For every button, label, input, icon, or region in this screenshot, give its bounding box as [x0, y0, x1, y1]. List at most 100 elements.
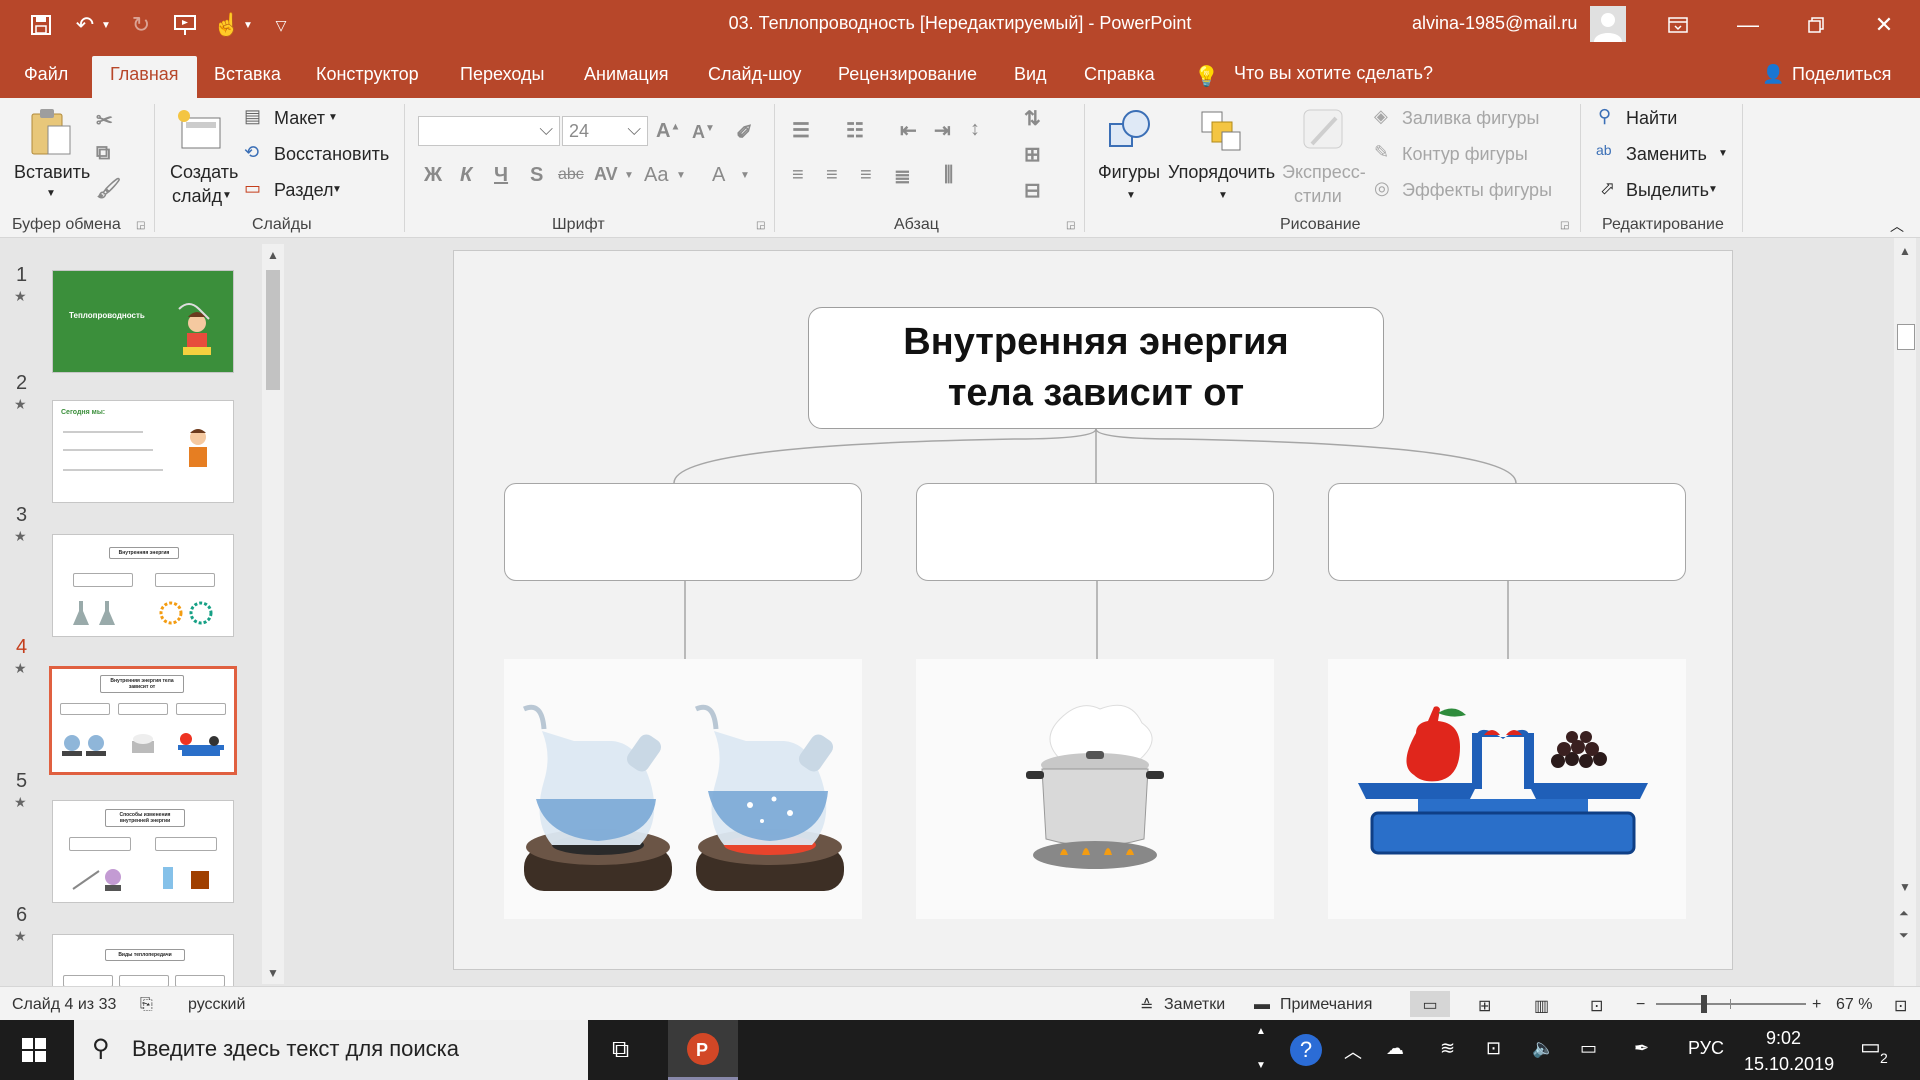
- slide-thumbnail-5[interactable]: Способы изменения внутренней энергии: [52, 800, 234, 903]
- shape-fill-button[interactable]: Заливка фигуры: [1402, 108, 1539, 129]
- scroll-down-icon[interactable]: ▼: [267, 966, 279, 980]
- empty-text-box-1[interactable]: [504, 483, 862, 581]
- ribbon-display-options-icon[interactable]: [1658, 8, 1698, 42]
- char-spacing-button[interactable]: AV: [594, 164, 618, 185]
- increase-font-icon[interactable]: A▲: [656, 120, 680, 143]
- shapes-icon[interactable]: [1106, 108, 1154, 154]
- replace-button[interactable]: Заменить: [1626, 144, 1707, 165]
- format-painter-icon[interactable]: 🖌: [96, 176, 121, 201]
- slideshow-view-icon[interactable]: ⊡: [1590, 996, 1603, 1016]
- scroll-down-icon[interactable]: ▼: [1899, 880, 1911, 894]
- boiling-pot-image[interactable]: [916, 659, 1274, 919]
- slide-thumbnail-1[interactable]: Теплопроводность: [52, 270, 234, 373]
- previous-slide-icon[interactable]: ⏶: [1899, 906, 1909, 921]
- user-email[interactable]: alvina-1985@mail.ru: [1412, 13, 1577, 34]
- task-view-icon[interactable]: ⧉: [612, 1036, 629, 1064]
- font-name-combo[interactable]: ⌵: [418, 116, 560, 146]
- new-slide-button[interactable]: Создать: [170, 162, 238, 183]
- shape-effects-button[interactable]: Эффекты фигуры: [1402, 180, 1552, 201]
- decrease-indent-icon[interactable]: ⇤: [900, 118, 917, 143]
- scales-image[interactable]: [1328, 659, 1686, 919]
- slide-thumbnail-2[interactable]: Сегодня мы:: [52, 400, 234, 503]
- arrange-dropdown-icon[interactable]: ▼: [1218, 190, 1228, 201]
- tab-view[interactable]: Вид: [1014, 64, 1047, 85]
- bold-button[interactable]: Ж: [424, 164, 442, 187]
- clear-formatting-icon[interactable]: ✐: [736, 120, 753, 145]
- onedrive-icon[interactable]: ☁: [1386, 1038, 1404, 1059]
- clock-time[interactable]: 9:02: [1766, 1028, 1801, 1049]
- zoom-out-icon[interactable]: −: [1636, 996, 1645, 1014]
- shadow-button[interactable]: S: [530, 164, 543, 187]
- line-spacing-icon[interactable]: ↕: [970, 118, 980, 141]
- layout-dropdown-icon[interactable]: ▼: [328, 112, 338, 123]
- scroll-thumb[interactable]: [1897, 324, 1915, 350]
- align-left-icon[interactable]: ≡: [792, 164, 804, 187]
- change-case-dropdown-icon[interactable]: ▼: [676, 170, 686, 181]
- tab-design[interactable]: Конструктор: [316, 64, 419, 85]
- tab-slideshow[interactable]: Слайд-шоу: [708, 64, 801, 85]
- clipboard-launcher-icon[interactable]: ◲: [136, 220, 145, 231]
- slide-thumbnail-6[interactable]: Виды теплопередачи: [52, 934, 234, 986]
- volume-icon[interactable]: 🔈: [1532, 1038, 1554, 1059]
- taskbar-search[interactable]: ⚲ Введите здесь текст для поиска: [74, 1020, 588, 1080]
- align-text-icon[interactable]: ⊞: [1024, 142, 1041, 167]
- zoom-slider[interactable]: [1656, 995, 1806, 1013]
- pen-icon[interactable]: ✒: [1634, 1038, 1649, 1059]
- avatar[interactable]: [1590, 6, 1626, 42]
- slide-thumbnail-4[interactable]: Внутренняя энергия тела зависит от: [49, 666, 237, 775]
- font-launcher-icon[interactable]: ◲: [756, 220, 765, 231]
- thumbnails-scrollbar[interactable]: ▲ ▼: [262, 244, 284, 984]
- smartart-icon[interactable]: ⊟: [1024, 178, 1041, 203]
- tab-transitions[interactable]: Переходы: [460, 64, 544, 85]
- quick-styles-button-line2[interactable]: стили: [1294, 186, 1342, 207]
- empty-text-box-2[interactable]: [916, 483, 1274, 581]
- slide-title-box[interactable]: Внутренняя энергия тела зависит от: [808, 307, 1384, 429]
- section-button[interactable]: Раздел: [274, 180, 334, 201]
- tab-home[interactable]: Главная: [92, 56, 197, 98]
- slide-scrollbar[interactable]: ▲ ▼ ⏶ ⏷: [1894, 238, 1916, 986]
- bullets-icon[interactable]: ☰: [792, 118, 810, 143]
- zoom-in-icon[interactable]: +: [1812, 996, 1821, 1014]
- paste-icon[interactable]: [30, 106, 74, 158]
- scroll-up-icon[interactable]: ▲: [1899, 244, 1911, 258]
- battery-icon[interactable]: ▭: [1580, 1038, 1597, 1059]
- section-dropdown-icon[interactable]: ▼: [332, 184, 342, 195]
- char-spacing-dropdown-icon[interactable]: ▼: [624, 170, 634, 181]
- comments-button[interactable]: Примечания: [1280, 996, 1372, 1014]
- share-button[interactable]: Поделиться: [1792, 64, 1891, 85]
- tab-animations[interactable]: Анимация: [584, 64, 669, 85]
- scroll-thumb[interactable]: [266, 270, 280, 390]
- justify-icon[interactable]: ≣: [894, 164, 911, 189]
- columns-icon[interactable]: ⫼: [944, 164, 953, 187]
- notes-button[interactable]: Заметки: [1164, 996, 1225, 1014]
- empty-text-box-3[interactable]: [1328, 483, 1686, 581]
- copy-icon[interactable]: ⧉: [96, 142, 110, 165]
- paste-button[interactable]: Вставить: [14, 162, 90, 183]
- align-center-icon[interactable]: ≡: [826, 164, 838, 187]
- shapes-dropdown-icon[interactable]: ▼: [1126, 190, 1136, 201]
- shape-outline-button[interactable]: Контур фигуры: [1402, 144, 1528, 165]
- text-direction-icon[interactable]: ⇅: [1024, 106, 1041, 131]
- find-button[interactable]: Найти: [1626, 108, 1677, 129]
- show-hidden-icons[interactable]: ︿: [1344, 1038, 1362, 1064]
- slide-sorter-icon[interactable]: ⊞: [1478, 996, 1491, 1016]
- action-icon[interactable]: ⊡: [1486, 1038, 1501, 1059]
- tab-insert[interactable]: Вставка: [214, 64, 281, 85]
- font-color-button[interactable]: A: [712, 164, 725, 187]
- change-case-button[interactable]: Aa: [644, 164, 668, 187]
- slide-thumbnail-3[interactable]: Внутренняя энергия: [52, 534, 234, 637]
- slide[interactable]: Внутренняя энергия тела зависит от: [453, 250, 1733, 970]
- scroll-up-icon[interactable]: ▲: [267, 248, 279, 262]
- quick-styles-button[interactable]: Экспресс-: [1282, 162, 1366, 183]
- new-slide-dropdown-icon[interactable]: ▼: [222, 190, 232, 201]
- clock-date[interactable]: 15.10.2019: [1744, 1054, 1834, 1075]
- windows-start-icon[interactable]: [22, 1038, 46, 1067]
- new-slide-button-line2[interactable]: слайд: [172, 186, 222, 207]
- close-icon[interactable]: ✕: [1864, 8, 1904, 42]
- italic-button[interactable]: К: [460, 164, 472, 187]
- notifications-icon[interactable]: ▭: [1860, 1034, 1881, 1060]
- language-indicator[interactable]: русский: [188, 996, 245, 1014]
- strikethrough-button[interactable]: abc: [558, 166, 584, 184]
- help-icon[interactable]: ?: [1290, 1034, 1322, 1066]
- underline-button[interactable]: Ч: [494, 164, 508, 187]
